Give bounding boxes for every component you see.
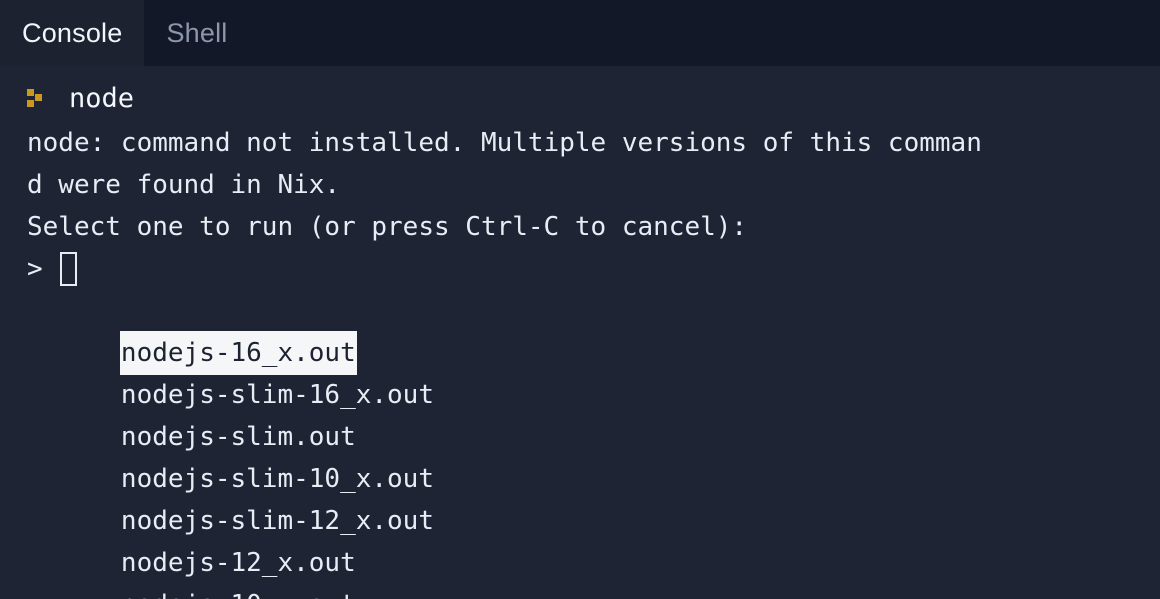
replit-prompt-icon: [27, 89, 45, 109]
output-line-3: Select one to run (or press Ctrl-C to ca…: [27, 212, 748, 242]
option-item[interactable]: nodejs-10_x.out: [0, 542, 1160, 599]
option-item[interactable]: nodejs-slim.out: [0, 374, 1160, 452]
output-line-1: node: command not installed. Multiple ve…: [27, 128, 982, 158]
input-prompt-row[interactable]: >: [0, 248, 1160, 290]
option-item[interactable]: nodejs-slim-16_x.out: [0, 332, 1160, 410]
tab-shell[interactable]: Shell: [144, 0, 249, 66]
option-item[interactable]: nodejs-12_x.out: [0, 500, 1160, 578]
option-item[interactable]: nodejs-slim-12_x.out: [0, 458, 1160, 536]
command-text: node: [69, 83, 135, 114]
console-pane: Console Shell node node: command not ins…: [0, 0, 1160, 599]
tab-console[interactable]: Console: [0, 0, 145, 66]
text-cursor-icon: [59, 252, 77, 286]
tab-console-label: Console: [22, 17, 123, 48]
option-item[interactable]: nodejs-16_x.out: [0, 290, 1160, 374]
command-echo-line: node: [0, 76, 1160, 122]
tab-shell-label: Shell: [166, 17, 228, 48]
output-line-2: d were found in Nix.: [27, 170, 341, 200]
option-label: nodejs-10_x.out: [121, 584, 356, 599]
input-prompt-symbol: >: [27, 254, 43, 284]
option-item[interactable]: nodejs-slim-10_x.out: [0, 416, 1160, 494]
tab-bar: Console Shell: [0, 0, 1160, 66]
console-output-area[interactable]: node node: command not installed. Multip…: [0, 66, 1160, 599]
